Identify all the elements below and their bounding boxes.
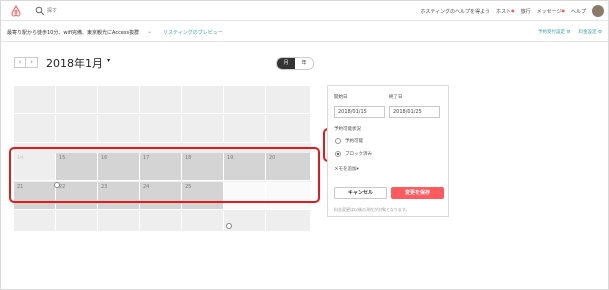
cancel-button[interactable]: キャンセル	[334, 187, 387, 199]
view-toggle: 月 年	[276, 57, 314, 70]
end-date-label: 終了日	[389, 95, 403, 100]
nav-link-trips[interactable]: 旅行	[521, 8, 531, 15]
calendar-day-cell[interactable]	[266, 211, 311, 232]
selection-end-handle[interactable]	[226, 223, 232, 229]
nav-link-hosting-help[interactable]: ホスティングのヘルプを得よう	[420, 8, 490, 15]
blocked-radio[interactable]	[335, 151, 341, 157]
search-icon	[35, 6, 45, 16]
available-radio-label[interactable]: 予約可能	[345, 138, 363, 144]
availability-label: 予約可能状況	[334, 127, 361, 132]
start-date-field[interactable]: 2018/01/15	[334, 106, 385, 118]
listing-subnav: 最寄り駅から徒歩10分、wifi完備、東京観光にAccess抜群 ⌄ リスティン…	[1, 22, 608, 42]
listing-preview-link[interactable]: リスティングのプレビュー	[163, 29, 223, 36]
save-changes-button[interactable]: 変更を保存	[391, 187, 444, 199]
calendar-day-cell[interactable]	[56, 86, 98, 114]
calendar-day-cell[interactable]	[56, 211, 98, 232]
price-change-note: 料金変更は以後の滞在が対象となります。	[334, 207, 410, 212]
month-title[interactable]: 2018年1月	[46, 55, 103, 71]
calendar-day-cell[interactable]	[140, 211, 182, 232]
nav-link-messages[interactable]: メッセージ●	[537, 8, 565, 15]
booking-settings-link[interactable]: 予約受付設定 ⚙	[538, 29, 570, 35]
top-navigation: ホスティングのヘルプを得よう ホスト● 旅行 メッセージ● ヘルプ	[1, 1, 608, 21]
chevron-left-icon: ‹	[18, 58, 22, 66]
date-edit-panel: 開始日 終了日 2018/01/15 2018/01/25 予約可能状況 予約可…	[327, 85, 449, 217]
available-radio[interactable]	[335, 138, 341, 144]
listing-title[interactable]: 最寄り駅から徒歩10分、wifi完備、東京観光にAccess抜群	[7, 29, 139, 36]
calendar-day-cell[interactable]	[182, 115, 224, 143]
calendar-day-cell[interactable]	[140, 115, 182, 143]
annotation-highlight-dates	[9, 147, 320, 203]
calendar-week-row	[14, 115, 311, 143]
calendar-week-row	[14, 86, 311, 114]
gear-icon: ⚙	[566, 30, 571, 35]
prev-month-button[interactable]: ‹	[14, 57, 26, 68]
chevron-right-icon: ›	[30, 58, 33, 66]
calendar-day-cell[interactable]	[266, 115, 311, 143]
gear-icon: ⚙	[597, 30, 602, 35]
start-date-label: 開始日	[334, 95, 348, 100]
calendar-day-cell[interactable]	[14, 86, 56, 114]
add-memo-link[interactable]: メモを追加▾	[334, 166, 359, 172]
calendar-day-cell[interactable]	[182, 86, 224, 114]
calendar-day-cell[interactable]	[224, 115, 266, 143]
nav-link-help[interactable]: ヘルプ	[571, 8, 586, 15]
calendar-day-cell[interactable]	[14, 211, 56, 232]
view-year-button[interactable]: 年	[295, 58, 313, 69]
calendar-day-cell[interactable]	[98, 115, 140, 143]
calendar-day-cell[interactable]	[140, 86, 182, 114]
search-input[interactable]	[47, 4, 167, 17]
calendar-day-cell[interactable]	[182, 211, 224, 232]
nav-links: ホスティングのヘルプを得よう ホスト● 旅行 メッセージ● ヘルプ	[420, 1, 586, 21]
caret-down-icon: ▾	[356, 167, 359, 172]
calendar-day-cell[interactable]	[98, 86, 140, 114]
pricing-settings-link[interactable]: 料金設定 ⚙	[579, 29, 602, 35]
end-date-field[interactable]: 2018/01/25	[389, 106, 440, 118]
chevron-down-icon[interactable]: ⌄	[147, 28, 152, 35]
next-month-button[interactable]: ›	[26, 57, 38, 68]
calendar-day-cell[interactable]	[266, 86, 311, 114]
calendar-day-cell[interactable]	[56, 115, 98, 143]
calendar-day-cell[interactable]	[98, 211, 140, 232]
calendar-day-cell[interactable]	[224, 86, 266, 114]
notification-dot-icon: ●	[561, 7, 565, 13]
calendar-day-cell[interactable]	[224, 211, 266, 232]
calendar-week-row	[14, 211, 311, 232]
blocked-radio-label[interactable]: ブロック済み	[345, 151, 372, 157]
nav-link-host[interactable]: ホスト●	[496, 8, 515, 15]
notification-dot-icon: ●	[511, 7, 515, 13]
calendar-day-cell[interactable]	[14, 115, 56, 143]
airbnb-logo-icon[interactable]	[10, 5, 22, 17]
caret-down-icon[interactable]: ▾	[107, 57, 110, 64]
subnav-right-links: 予約受付設定 ⚙ 料金設定 ⚙	[538, 29, 602, 35]
view-month-button[interactable]: 月	[277, 58, 295, 69]
avatar[interactable]	[592, 5, 604, 17]
month-pager: ‹ ›	[14, 57, 38, 68]
